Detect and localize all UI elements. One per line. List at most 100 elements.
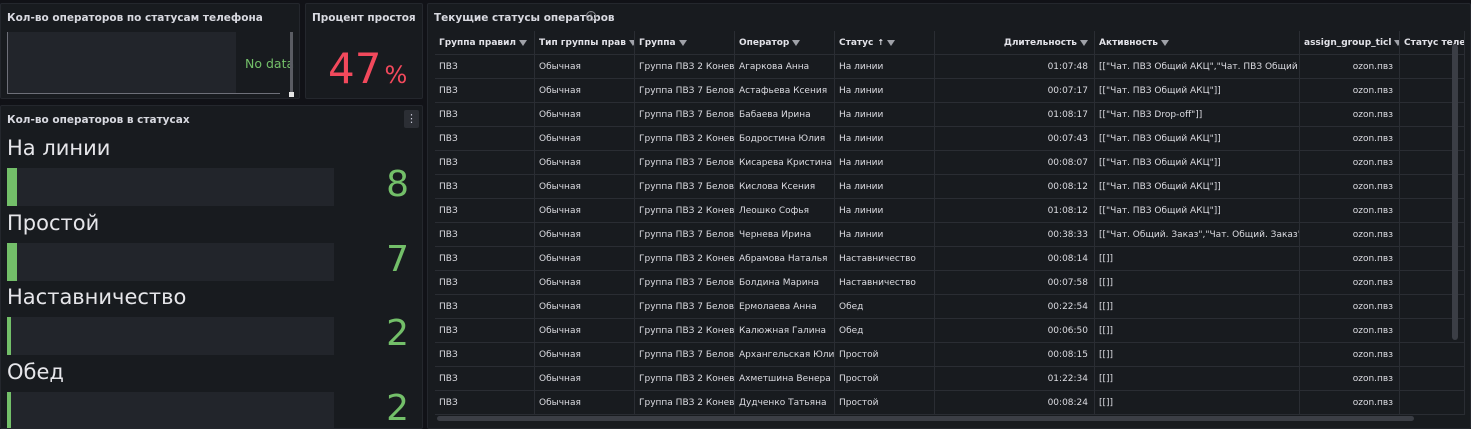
column-header-operator[interactable]: Оператор <box>735 31 835 55</box>
table-cell-operator: Ермолаева Анна <box>735 295 835 319</box>
gauge-label: Наставничество <box>7 285 187 309</box>
table-cell-operator: Агаркова Анна <box>735 55 835 79</box>
table-row[interactable]: ПВЗ Обычная Группа ПВЗ 2 Конева Леошко Софь… <box>435 199 1465 223</box>
table-cell-group: Группа ПВЗ 2 Конева <box>635 127 735 151</box>
table-row[interactable]: ПВЗ Обычная Группа ПВЗ 2 Конева Агаркова Ан… <box>435 55 1465 79</box>
table-cell-group: Группа ПВЗ 7 Белова <box>635 103 735 127</box>
table-cell-activity: [["Чат. ПВЗ Общий АКЦ"]] <box>1095 175 1300 199</box>
table-cell-group: Группа ПВЗ 2 Конева <box>635 247 735 271</box>
table-row[interactable]: ПВЗ Обычная Группа ПВЗ 2 Конева Калюжная Га… <box>435 319 1465 343</box>
table-cell-rule-group: ПВЗ <box>435 295 535 319</box>
table-cell-status: Обед <box>835 295 935 319</box>
table-cell-assign-group: ozon.пвз <box>1300 247 1400 271</box>
column-header-status[interactable]: Статус ↑ <box>835 31 935 55</box>
column-header-label: Длительность <box>1003 38 1077 48</box>
gauge-bar-fill <box>7 168 17 206</box>
table-cell-activity: [[]] <box>1095 391 1300 415</box>
idle-percent-panel: Процент простоя 47% <box>305 3 423 99</box>
column-header-label: Оператор <box>739 38 790 48</box>
table-cell-operator: Бодростина Юлия <box>735 127 835 151</box>
table-cell-activity: [["Чат. ПВЗ Общий АКЦ"]] <box>1095 151 1300 175</box>
table-cell-group: Группа ПВЗ 7 Белова <box>635 79 735 103</box>
table-row[interactable]: ПВЗ Обычная Группа ПВЗ 7 Белова Чернева Ири… <box>435 223 1465 247</box>
table-cell-operator: Бабаева Ирина <box>735 103 835 127</box>
table-cell-assign-group: ozon.пвз <box>1300 271 1400 295</box>
table-cell-group-type: Обычная <box>535 343 635 367</box>
gauge-value: 7 <box>386 239 409 280</box>
table-cell-operator: Болдина Марина <box>735 271 835 295</box>
table-cell-group-type: Обычная <box>535 79 635 103</box>
table-row[interactable]: ПВЗ Обычная Группа ПВЗ 2 Конева Ахметшина В… <box>435 367 1465 391</box>
table-row[interactable]: ПВЗ Обычная Группа ПВЗ 7 Белова Кисарева Кр… <box>435 151 1465 175</box>
filter-icon[interactable] <box>887 39 896 46</box>
table-row[interactable]: ПВЗ Обычная Группа ПВЗ 2 Конева Бодростина … <box>435 127 1465 151</box>
table-cell-operator: Ахметшина Венера <box>735 367 835 391</box>
chart-x-axis <box>7 93 280 94</box>
table-cell-group: Группа ПВЗ 2 Конева <box>635 319 735 343</box>
resize-handle[interactable] <box>289 92 294 97</box>
column-header-assign-group[interactable]: assign_group_ticl <box>1300 31 1400 55</box>
gauge-bar-fill <box>7 317 11 355</box>
table-cell-activity: [[]] <box>1095 295 1300 319</box>
table-cell-status: На линии <box>835 103 935 127</box>
column-header-rule-group[interactable]: Группа правил <box>435 31 535 55</box>
table-row[interactable]: ПВЗ Обычная Группа ПВЗ 2 Конева Дудченко Та… <box>435 391 1465 415</box>
filter-icon[interactable] <box>792 39 801 46</box>
table-row[interactable]: ПВЗ Обычная Группа ПВЗ 7 Белова Астафьева К… <box>435 79 1465 103</box>
table-header-row: Группа правил Тип группы прав Группа Операт… <box>435 31 1465 55</box>
table-cell-rule-group: ПВЗ <box>435 247 535 271</box>
table-cell-activity: [[]] <box>1095 343 1300 367</box>
gauge-bar-fill <box>7 392 11 428</box>
vertical-scrollbar[interactable] <box>1452 44 1458 340</box>
vertical-dots-icon[interactable]: ⋮ <box>404 110 419 128</box>
panel-title: Процент простоя <box>312 12 416 24</box>
table-cell-rule-group: ПВЗ <box>435 391 535 415</box>
table-row[interactable]: ПВЗ Обычная Группа ПВЗ 7 Белова Ермолаева А… <box>435 295 1465 319</box>
table-row[interactable]: ПВЗ Обычная Группа ПВЗ 7 Белова Бабаева Ири… <box>435 103 1465 127</box>
column-header-activity[interactable]: Активность <box>1095 31 1300 55</box>
vertical-scrollbar[interactable] <box>290 32 293 92</box>
table-cell-rule-group: ПВЗ <box>435 151 535 175</box>
table-cell-assign-group: ozon.пвз <box>1300 343 1400 367</box>
filter-icon[interactable] <box>1080 39 1088 46</box>
column-header-group-type[interactable]: Тип группы прав <box>535 31 635 55</box>
table-row[interactable]: ПВЗ Обычная Группа ПВЗ 7 Белова Болдина Мар… <box>435 271 1465 295</box>
table-cell-activity: [["Чат. ПВЗ Общий АКЦ"]] <box>1095 199 1300 223</box>
column-header-label: assign_group_ticl <box>1304 38 1392 48</box>
sort-ascending-icon[interactable]: ↑ <box>877 31 884 55</box>
info-circle-icon[interactable]: i <box>586 11 596 21</box>
filter-icon[interactable] <box>1160 39 1169 46</box>
table-cell-activity: [["Чат. ПВЗ Общий АКЦ","Чат. ПВЗ Общий А… <box>1095 55 1300 79</box>
table-cell-duration: 00:07:17 <box>935 79 1095 103</box>
gauge-label: На линии <box>7 136 111 160</box>
table-cell-operator: Абрамова Наталья <box>735 247 835 271</box>
stat-unit: % <box>384 61 408 89</box>
column-header-duration[interactable]: Длительность <box>935 31 1095 55</box>
table-cell-duration: 00:07:43 <box>935 127 1095 151</box>
status-gauge: На линии 8 <box>7 136 417 210</box>
column-header-label: Статус <box>839 38 874 48</box>
table-cell-rule-group: ПВЗ <box>435 271 535 295</box>
filter-icon[interactable] <box>519 39 528 46</box>
table-row[interactable]: ПВЗ Обычная Группа ПВЗ 7 Белова Кислова Ксе… <box>435 175 1465 199</box>
table-cell-status: Простой <box>835 343 935 367</box>
table-cell-group: Группа ПВЗ 2 Конева <box>635 199 735 223</box>
gauge-value: 2 <box>386 388 409 429</box>
table-row[interactable]: ПВЗ Обычная Группа ПВЗ 2 Конева Абрамова На… <box>435 247 1465 271</box>
table-cell-group-type: Обычная <box>535 271 635 295</box>
gauge-bar-track <box>7 168 334 206</box>
table-cell-rule-group: ПВЗ <box>435 343 535 367</box>
table-row[interactable]: ПВЗ Обычная Группа ПВЗ 7 Белова Архангельск… <box>435 343 1465 367</box>
status-gauge: Наставничество 2 <box>7 285 417 359</box>
table-cell-group-type: Обычная <box>535 151 635 175</box>
table-cell-status: Наставничество <box>835 271 935 295</box>
horizontal-scrollbar[interactable] <box>437 416 1414 421</box>
table-cell-group: Группа ПВЗ 7 Белова <box>635 175 735 199</box>
table-cell-status: На линии <box>835 151 935 175</box>
no-data-label: No data <box>245 56 295 71</box>
filter-icon[interactable] <box>678 39 687 46</box>
table-cell-group: Группа ПВЗ 2 Конева <box>635 367 735 391</box>
table-cell-rule-group: ПВЗ <box>435 223 535 247</box>
table-cell-activity: [["Чат. ПВЗ Общий АКЦ"]] <box>1095 127 1300 151</box>
column-header-group[interactable]: Группа <box>635 31 735 55</box>
